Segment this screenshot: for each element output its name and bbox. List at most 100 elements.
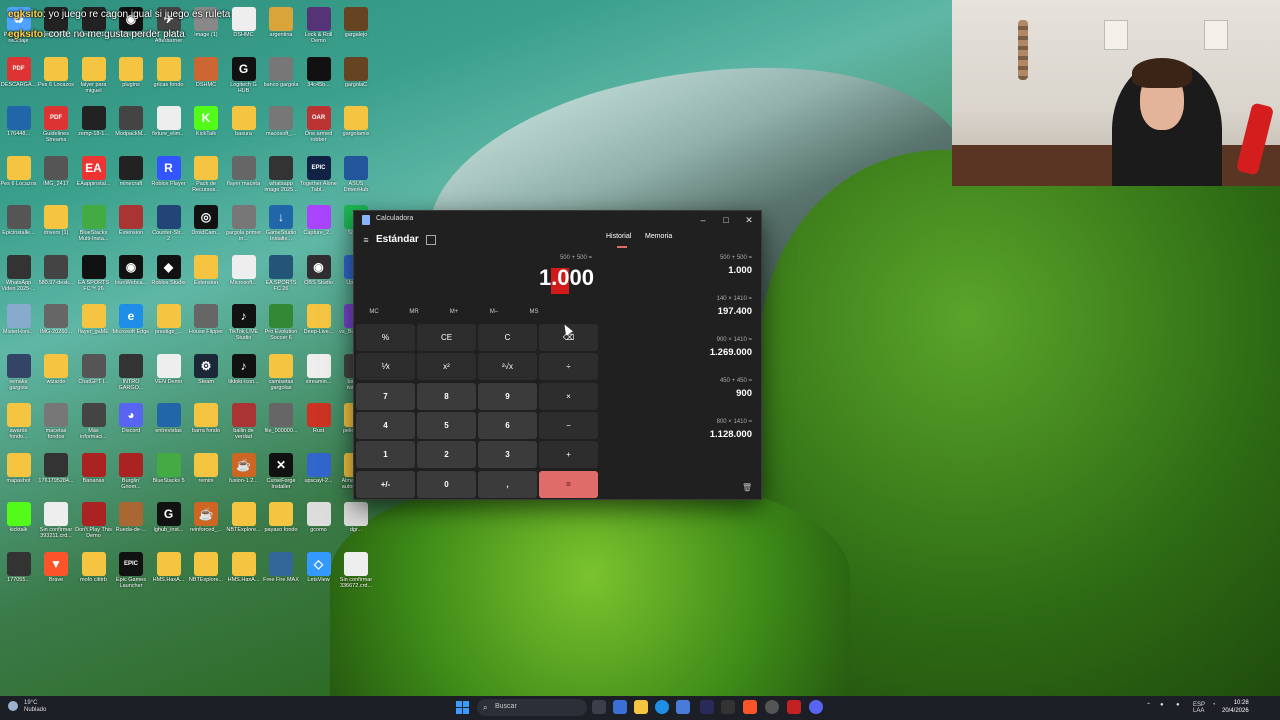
close-button[interactable]: ✕ [741,214,757,226]
desktop-icon[interactable]: remini [188,450,225,500]
memory-subtract-button[interactable]: M– [474,309,514,315]
desktop-icon[interactable]: remake gargola [0,351,37,401]
desktop-icon[interactable]: entrevistas [150,400,187,450]
divide-button[interactable]: ÷ [539,353,598,381]
recorder-icon[interactable] [787,700,801,714]
reciprocal-button[interactable]: ⅟x [356,353,415,381]
history-entry[interactable]: 800 × 1410 = 1.128.000 [604,419,752,460]
taskbar-search[interactable]: ⌕ Buscar [477,699,587,716]
tray-mic-icon[interactable]: ● [1176,702,1180,708]
widgets-icon[interactable] [613,700,627,714]
desktop-icon[interactable]: ♪ TikTok LIVE Studio [225,301,262,351]
equals-button[interactable]: = [539,470,598,498]
desktop-icon[interactable]: camisetas gargolas [263,351,300,401]
square-root-button[interactable]: ²√x [478,353,537,381]
calculator-taskbar-icon[interactable] [676,700,690,714]
desktop-icon[interactable]: EA SPORTS FC™ 26 [75,252,112,302]
three-button[interactable]: 3 [478,441,537,469]
nine-button[interactable]: 9 [478,382,537,410]
desktop-icon[interactable]: ▼ Brave [38,549,75,599]
fe-app-icon[interactable] [700,700,714,714]
trash-icon[interactable]: 🗑 [742,483,752,492]
desktop-icon[interactable]: 1761795284... [38,450,75,500]
desktop-icon[interactable]: INTRO GARGO... [113,351,150,401]
desktop-icon[interactable]: ◎ DroidCam... [188,202,225,252]
desktop-icon[interactable]: flayer maceta [225,153,262,203]
desktop-icon[interactable]: gargolaC [338,54,375,104]
desktop-icon[interactable]: ChatGPT I... [75,351,112,401]
desktop-icon[interactable]: Rueda-de-... [113,499,150,549]
desktop-icon[interactable]: VEN Demo [150,351,187,401]
add-button[interactable]: + [539,441,598,469]
desktop-icon[interactable]: ballin de verdad [225,400,262,450]
hamburger-menu-icon[interactable]: ≡ [360,235,372,247]
desktop-icon[interactable]: plugins [113,54,150,104]
desktop-icon[interactable]: argentina [263,4,300,54]
desktop-icon[interactable]: OAR One armed robber [300,103,337,153]
memory-recall-button[interactable]: MR [394,309,434,315]
desktop-icon[interactable]: MisterHors... [0,301,37,351]
desktop-icon[interactable]: WhatsApp Video 2025-... [0,252,37,302]
desktop-icon[interactable]: DSHMC [225,4,262,54]
memory-store-button[interactable]: MS [514,309,554,315]
desktop-icon[interactable]: whatsapp image 2025... [263,153,300,203]
desktop-icon[interactable]: awards fondo... [0,400,37,450]
desktop-icon[interactable]: payaso fondo [263,499,300,549]
desktop-icon[interactable]: Capture_2... [300,202,337,252]
desktop-icon[interactable]: House Flipper [188,301,225,351]
desktop-icon[interactable]: DSHMC [188,54,225,104]
eight-button[interactable]: 8 [417,382,476,410]
desktop-icon[interactable]: 177055... [0,549,37,599]
desktop-icon[interactable]: barra fondo [188,400,225,450]
desktop-icon[interactable]: gcomo [300,499,337,549]
desktop-icon[interactable]: NBTExplore... [225,499,262,549]
desktop-icon[interactable]: falyer para miguel [75,54,112,104]
desktop-icon[interactable]: Extension [188,252,225,302]
msi-app-icon[interactable] [721,700,735,714]
desktop-icon[interactable]: NBTExplore... [188,549,225,599]
desktop-icon[interactable]: EA EAappinstal... [75,153,112,203]
desktop-icon[interactable]: drivers (1) [38,202,75,252]
desktop-icon[interactable]: Pes 6 Locazos [38,54,75,104]
negate-button[interactable]: +/- [356,470,415,498]
desktop-icon[interactable]: dgr... [338,499,375,549]
clear-entry-button[interactable]: CE [417,324,476,351]
desktop-icon[interactable]: HMS.HaxA... [150,549,187,599]
desktop-icon[interactable]: prestige_... [150,301,187,351]
desktop-icon[interactable]: fixture_elim... [150,103,187,153]
desktop-icon[interactable]: kicktalk [0,499,37,549]
desktop-icon[interactable]: Deep-Live... [300,301,337,351]
clock[interactable]: 10:28 20/4/2026 [1222,699,1249,715]
zero-button[interactable]: 0 [417,470,476,498]
desktop-icon[interactable]: PDF DESCARGA... [0,54,37,104]
desktop-icon[interactable]: zemp-18-1... [75,103,112,153]
desktop-icon[interactable]: Free Fire MAX [263,549,300,599]
desktop-icon[interactable]: R Roblox Player [150,153,187,203]
tray-app-icon[interactable]: ● [1160,702,1164,708]
desktop-icon[interactable]: mapashot [0,450,37,500]
desktop-icon[interactable]: Lock & Roll Demo [300,4,337,54]
desktop-icon[interactable]: basura [225,103,262,153]
desktop-icon[interactable]: HMS.HaxA... [225,549,262,599]
one-button[interactable]: 1 [356,441,415,469]
desktop-icon[interactable]: 34c45b... [300,54,337,104]
tab-memory[interactable]: Memoria [645,233,672,240]
brave-icon[interactable] [743,700,757,714]
desktop-icon[interactable]: ✕ CurseForge Installer [263,450,300,500]
memory-clear-button[interactable]: MC [354,309,394,315]
maximize-button[interactable]: □ [718,214,734,226]
desktop-icon[interactable]: ♪ tiktoki-icon... [225,351,262,401]
history-entry[interactable]: 450 + 450 = 900 [604,378,752,419]
desktop-icon[interactable]: IMG_2417 [38,153,75,203]
desktop-icon[interactable]: ◉ OBS Studio [300,252,337,302]
desktop-icon[interactable]: streamin... [300,351,337,401]
desktop-icon[interactable]: ⚙ Steam [188,351,225,401]
desktop-icon[interactable]: ◉ IriunWebca... [113,252,150,302]
desktop-icon[interactable]: IMG-20260... [38,301,75,351]
desktop-icon[interactable]: gargola primer in... [225,202,262,252]
desktop-icon[interactable]: ModpackM... [113,103,150,153]
desktop-icon[interactable]: ↓ GameStudio Installe... [263,202,300,252]
desktop-icon[interactable]: ☕ fusion-1.2... [225,450,262,500]
clear-button[interactable]: C [478,324,537,351]
desktop-icon[interactable]: mofo cititrb [75,549,112,599]
